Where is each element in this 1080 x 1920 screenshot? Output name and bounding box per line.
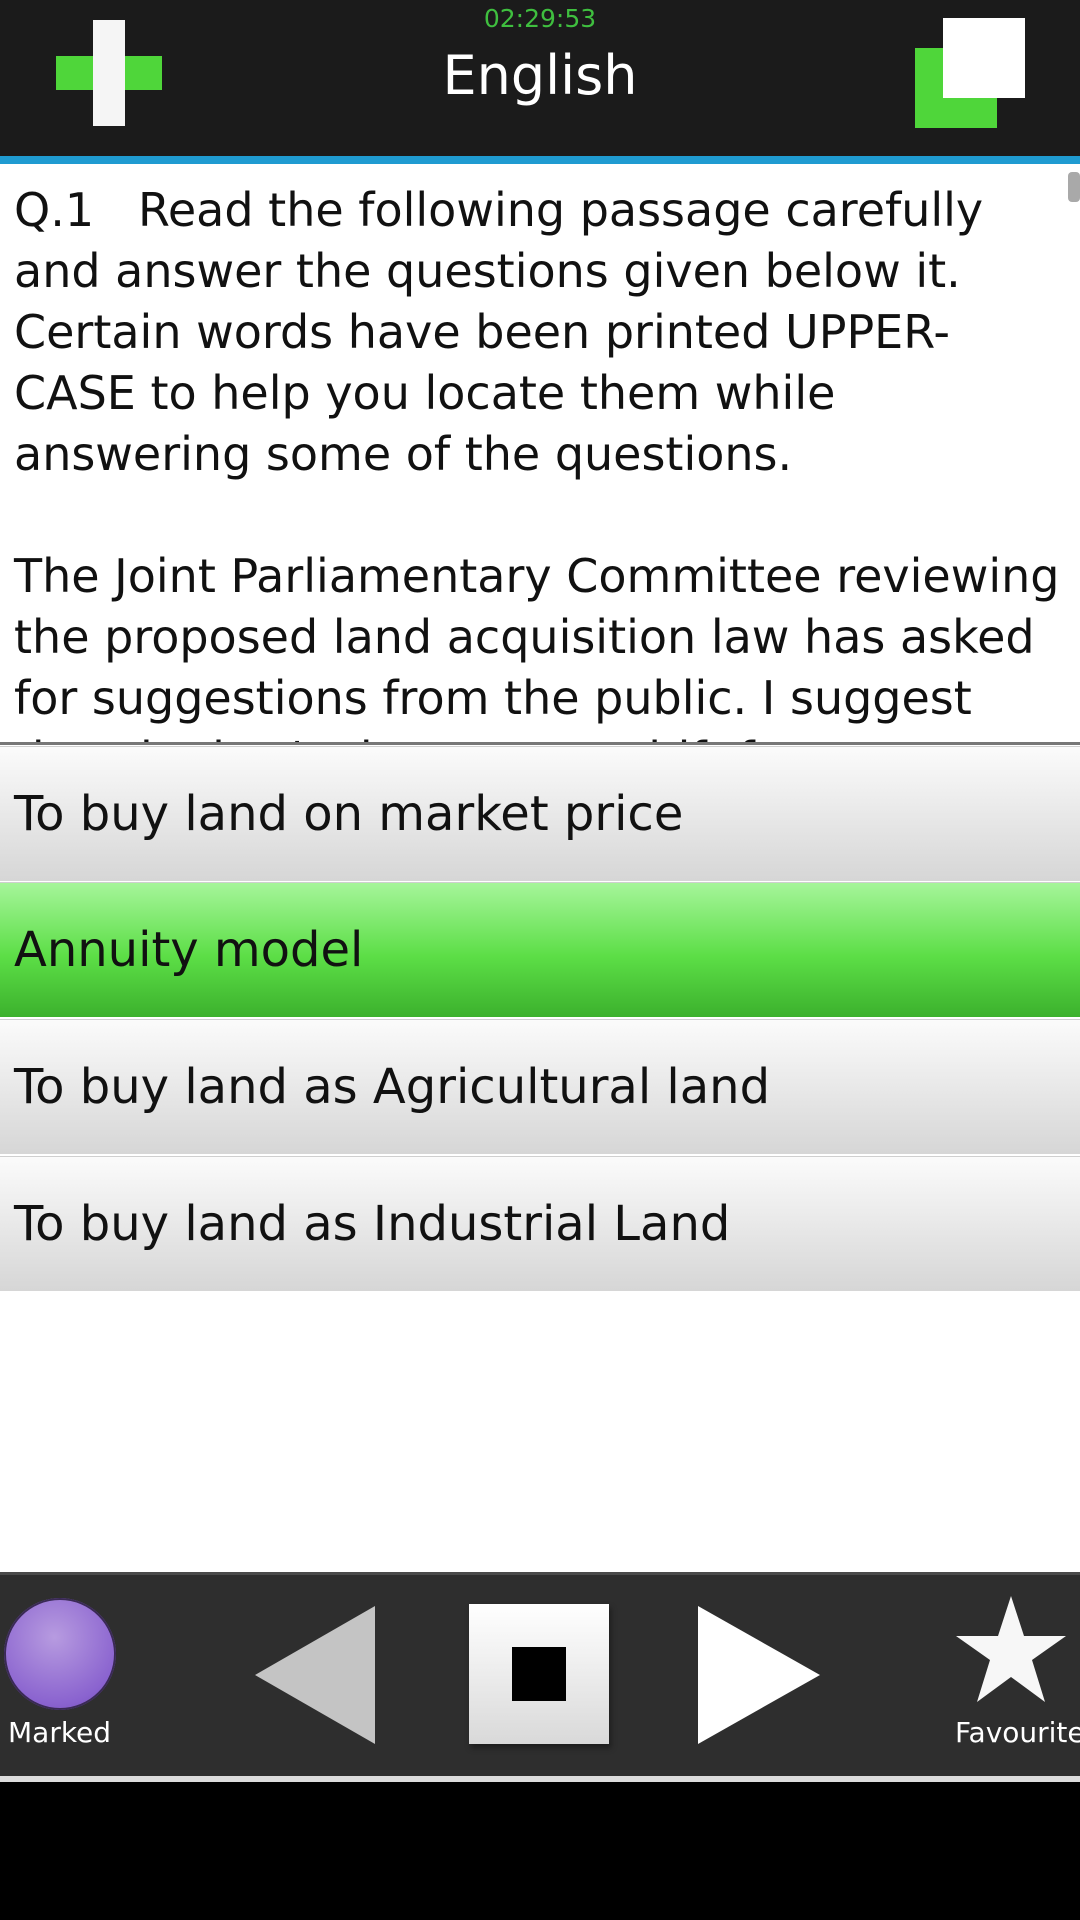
marked-label: Marked	[8, 1716, 112, 1749]
stop-icon	[512, 1647, 566, 1701]
option-label: To buy land on market price	[14, 786, 684, 842]
option-3[interactable]: To buy land as Agricultural land	[0, 1019, 1080, 1154]
previous-triangle-icon[interactable]	[255, 1606, 375, 1744]
next-triangle-icon[interactable]	[698, 1606, 820, 1744]
option-4[interactable]: To buy land as Industrial Land	[0, 1156, 1080, 1291]
scrollbar[interactable]	[1068, 172, 1080, 202]
marked-button[interactable]	[4, 1598, 116, 1710]
option-label: To buy land as Industrial Land	[14, 1196, 731, 1252]
favourite-label: Favourite	[955, 1716, 1080, 1749]
marked-circle-icon	[4, 1598, 116, 1710]
option-label: Annuity model	[14, 922, 364, 978]
question-passage[interactable]: Q.1 Read the following passage carefully…	[0, 164, 1080, 744]
option-1[interactable]: To buy land on market price	[0, 746, 1080, 881]
star-icon[interactable]	[956, 1596, 1066, 1706]
divider	[0, 742, 1080, 745]
top-app-bar: 02:29:53 English	[0, 0, 1080, 156]
copy-icon[interactable]	[915, 18, 1025, 128]
question-text: Q.1 Read the following passage carefully…	[14, 183, 1060, 744]
header-divider	[0, 156, 1080, 164]
stop-button[interactable]	[469, 1604, 609, 1744]
option-label: To buy land as Agricultural land	[14, 1059, 771, 1115]
option-2-selected[interactable]: Annuity model	[0, 882, 1080, 1017]
system-nav-area	[0, 1782, 1080, 1920]
